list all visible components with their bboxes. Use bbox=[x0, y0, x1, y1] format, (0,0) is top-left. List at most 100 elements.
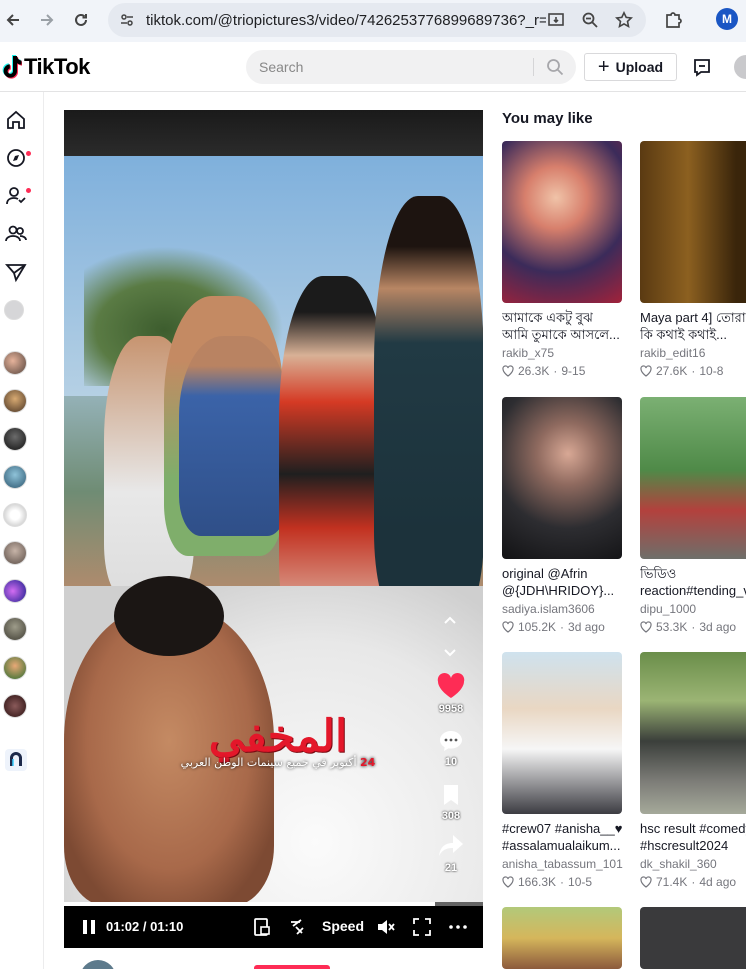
video-author[interactable]: sadiya.islam3606 bbox=[502, 602, 624, 616]
like-count: 53.3K bbox=[656, 620, 688, 634]
bookmark-icon bbox=[444, 785, 458, 805]
recommended-video-card[interactable]: #crew07 #anisha__♥ #assalamualaikum... a… bbox=[502, 652, 624, 889]
meta-separator: · bbox=[691, 364, 696, 378]
site-settings-icon[interactable] bbox=[118, 11, 136, 29]
extensions-puzzle-icon[interactable] bbox=[662, 9, 684, 31]
video-thumbnail[interactable] bbox=[640, 652, 746, 814]
meta-separator: · bbox=[553, 364, 558, 378]
following-avatar-2[interactable] bbox=[3, 389, 27, 413]
heart-outline-icon bbox=[502, 365, 514, 377]
recommended-video-card[interactable]: hsc result #comedy #hscresult2024 dk_sha… bbox=[640, 652, 746, 889]
inbox-icon[interactable] bbox=[692, 57, 712, 77]
previous-video-chevron-icon[interactable] bbox=[442, 613, 458, 629]
video-author[interactable]: dk_shakil_360 bbox=[640, 857, 746, 871]
next-video-chevron-icon[interactable] bbox=[442, 644, 458, 660]
recommended-video-card[interactable] bbox=[502, 907, 624, 969]
following-avatar-6[interactable] bbox=[3, 541, 27, 565]
like-count: 9958 bbox=[438, 703, 464, 715]
install-app-icon[interactable] bbox=[546, 10, 566, 30]
pause-icon[interactable] bbox=[82, 919, 96, 935]
address-bar[interactable]: tiktok.com/@triopictures3/video/74262537… bbox=[108, 3, 646, 37]
messages-send-icon[interactable] bbox=[5, 261, 27, 283]
reload-icon[interactable] bbox=[68, 7, 94, 33]
video-thumbnail[interactable] bbox=[640, 907, 746, 969]
following-avatar-1[interactable] bbox=[3, 351, 27, 375]
following-icon[interactable] bbox=[5, 185, 27, 207]
zoom-icon[interactable] bbox=[580, 10, 600, 30]
caption-line-2: reaction#tending_vi bbox=[640, 583, 746, 598]
upload-label: Upload bbox=[615, 59, 664, 75]
back-arrow-icon[interactable] bbox=[0, 7, 26, 33]
caption-line-2: আমি তুমাকে আসলে... bbox=[502, 327, 620, 342]
meta-separator: · bbox=[560, 875, 565, 889]
friends-icon[interactable] bbox=[5, 223, 27, 245]
post-date: 4d ago bbox=[699, 875, 737, 889]
video-player[interactable]: المخفي 24 أكتوبر في جميع سينمات الوطن ال… bbox=[64, 110, 483, 969]
explore-compass-icon[interactable] bbox=[5, 147, 27, 169]
following-avatar-3[interactable] bbox=[3, 427, 27, 451]
floating-player-icon[interactable] bbox=[252, 917, 272, 937]
post-date: 3d ago bbox=[568, 620, 605, 634]
video-frame[interactable]: المخفي 24 أكتوبر في جميع سينمات الوطن ال… bbox=[64, 156, 483, 902]
user-avatar[interactable] bbox=[734, 55, 746, 79]
video-thumbnail[interactable] bbox=[502, 907, 622, 969]
bookmark-star-icon[interactable] bbox=[614, 10, 634, 30]
recommended-video-card[interactable]: আমাকে একটু বুঝ আমি তুমাকে আসলে... rakib_… bbox=[502, 141, 624, 378]
comment-count: 10 bbox=[444, 756, 458, 768]
following-notification-dot bbox=[26, 188, 31, 193]
following-avatar-7[interactable] bbox=[3, 579, 27, 603]
caption-line-1: আমাকে একটু বুঝ bbox=[502, 310, 593, 325]
video-author[interactable]: rakib_x75 bbox=[502, 346, 624, 360]
video-author[interactable]: rakib_edit16 bbox=[640, 346, 746, 360]
video-author[interactable]: dipu_1000 bbox=[640, 602, 746, 616]
video-caption[interactable]: #crew07 #anisha__♥ #assalamualaikum... bbox=[502, 820, 624, 854]
video-thumbnail[interactable] bbox=[640, 397, 746, 559]
video-thumbnail[interactable] bbox=[640, 141, 746, 303]
video-meta: 71.4K · 4d ago bbox=[640, 875, 746, 889]
fullscreen-icon[interactable] bbox=[412, 917, 432, 937]
video-caption[interactable]: original @Afrin @{JDH\HRIDOY}... bbox=[502, 565, 624, 599]
video-caption[interactable]: hsc result #comedy #hscresult2024 bbox=[640, 820, 746, 854]
video-caption[interactable]: ভিডিও reaction#tending_vi bbox=[640, 565, 746, 599]
following-avatar-9[interactable] bbox=[3, 656, 27, 680]
speed-button[interactable]: Speed bbox=[322, 918, 364, 934]
search-icon[interactable] bbox=[546, 58, 564, 76]
save-button[interactable]: 308 bbox=[434, 784, 468, 822]
search-input[interactable]: Search bbox=[246, 50, 576, 84]
upload-button[interactable]: + Upload bbox=[584, 53, 677, 81]
caption-line-1: original @Afrin bbox=[502, 566, 588, 581]
browser-profile-avatar[interactable]: M bbox=[716, 8, 738, 30]
mute-icon[interactable] bbox=[376, 917, 396, 937]
recommended-video-card[interactable]: original @Afrin @{JDH\HRIDOY}... sadiya.… bbox=[502, 397, 624, 634]
share-button[interactable]: 21 bbox=[434, 834, 468, 874]
more-options-icon[interactable] bbox=[448, 917, 468, 937]
video-author[interactable]: anisha_tabassum_101 bbox=[502, 857, 624, 871]
caption-line-1: ভিডিও bbox=[640, 566, 677, 581]
recommended-video-card[interactable] bbox=[640, 907, 746, 969]
following-avatar-4[interactable] bbox=[3, 465, 27, 489]
like-button[interactable]: 9958 bbox=[434, 673, 468, 715]
auto-scroll-icon[interactable] bbox=[287, 917, 307, 937]
forward-arrow-icon[interactable] bbox=[34, 7, 60, 33]
tiktok-note-icon bbox=[2, 55, 22, 79]
video-thumbnail[interactable] bbox=[502, 397, 622, 559]
recommended-video-card[interactable]: ভিডিও reaction#tending_vi dipu_1000 53.3… bbox=[640, 397, 746, 634]
follow-button[interactable] bbox=[254, 965, 330, 969]
profile-icon[interactable] bbox=[4, 300, 24, 320]
recommended-video-card[interactable]: Maya part 4] তোরা কি কথাই কথাই... rakib_… bbox=[640, 141, 746, 378]
live-creator-icon[interactable] bbox=[4, 748, 28, 772]
video-thumbnail[interactable] bbox=[502, 141, 622, 303]
like-count: 166.3K bbox=[518, 875, 557, 889]
post-date: 10-8 bbox=[699, 364, 724, 378]
video-caption[interactable]: Maya part 4] তোরা কি কথাই কথাই... bbox=[640, 309, 746, 343]
tiktok-wordmark: TikTok bbox=[24, 54, 90, 79]
following-avatar-8[interactable] bbox=[3, 617, 27, 641]
following-avatar-10[interactable] bbox=[3, 694, 27, 718]
comment-button[interactable]: 10 bbox=[434, 730, 468, 768]
video-thumbnail[interactable] bbox=[502, 652, 622, 814]
following-avatar-5[interactable] bbox=[3, 503, 27, 527]
home-icon[interactable] bbox=[5, 109, 27, 131]
video-caption[interactable]: আমাকে একটু বুঝ আমি তুমাকে আসলে... bbox=[502, 309, 624, 343]
tiktok-logo[interactable]: TikTok bbox=[0, 54, 90, 80]
like-count: 27.6K bbox=[656, 364, 688, 378]
